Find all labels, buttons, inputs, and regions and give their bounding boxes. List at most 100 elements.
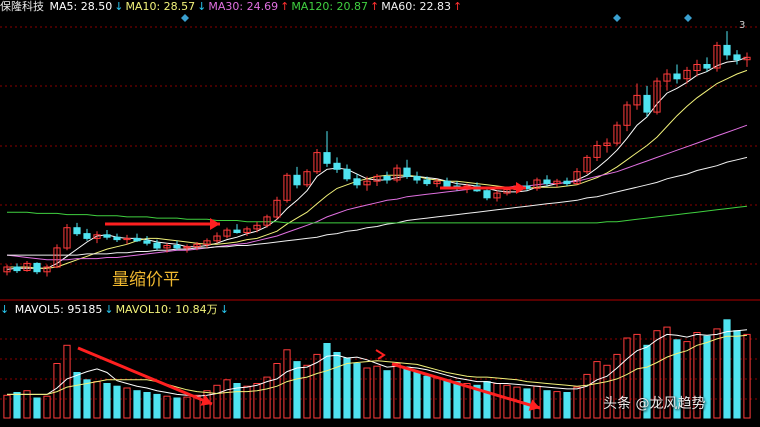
ma-legend-arrow: ↑	[280, 0, 290, 13]
candle-down	[403, 167, 411, 177]
high-price-label: 3	[739, 20, 746, 31]
volume-legend: ↓ MAVOL5: 95185 ↓ MAVOL10: 10.84万 ↓	[0, 303, 233, 317]
volume-bar-up	[583, 373, 591, 419]
ma-legend-item: MA60: 22.83	[381, 0, 451, 13]
candle-down	[443, 180, 451, 187]
volume-bar-down	[153, 393, 161, 419]
candle-down	[133, 237, 141, 242]
volume-bar-up	[183, 396, 191, 419]
volume-bar-down	[133, 390, 141, 419]
volume-bar-down	[333, 352, 341, 419]
vol-legend-item: MAVOL5: 95185	[14, 303, 103, 316]
volume-bar-up	[263, 376, 271, 419]
candle-down	[383, 175, 391, 181]
ma-legend-arrow: ↓	[197, 0, 207, 13]
volume-bar-up	[743, 333, 751, 419]
candle-down	[103, 234, 111, 238]
candle-down	[143, 240, 151, 244]
volume-bar-down	[323, 343, 331, 419]
volume-bar-down	[343, 357, 351, 419]
candle-down	[153, 242, 161, 249]
candle-down	[73, 227, 81, 235]
volume-bar-up	[533, 385, 541, 419]
ma-legend-item: MA30: 24.69	[208, 0, 279, 13]
volume-bar-down	[113, 385, 121, 419]
red-arrow-price-2-head	[516, 182, 526, 194]
volume-bar-up	[463, 383, 471, 419]
volume-bar-down	[443, 379, 451, 419]
volume-bar-down	[13, 392, 21, 419]
price-legend: 保隆科技 MA5: 28.50 ↓ MA10: 28.57 ↓ MA30: 24.69 ↑…	[0, 0, 466, 14]
volume-bar-up	[593, 361, 601, 419]
event-marker	[684, 14, 692, 22]
vol-legend-arrow: ↓	[104, 303, 114, 316]
annotation-label: 量缩价平	[112, 270, 180, 290]
volume-bar-up	[213, 384, 221, 419]
volume-bar-up	[373, 365, 381, 419]
candle-down	[423, 179, 431, 185]
volume-bar-down	[83, 379, 91, 419]
event-marker	[613, 14, 621, 22]
ma-legend-item: MA5: 28.50	[49, 0, 113, 13]
candle-down	[723, 44, 731, 56]
ma-legend-item: MA10: 28.57	[125, 0, 196, 13]
ma-legend-item: MA120: 20.87	[291, 0, 369, 13]
volume-bar-down	[733, 330, 741, 419]
volume-bar-up	[93, 381, 101, 419]
candle-down	[353, 178, 361, 186]
red-tick-mark	[375, 349, 386, 360]
volume-bar-up	[253, 383, 261, 419]
volume-bar-down	[453, 381, 461, 419]
ma-legend-arrow: ↑	[370, 0, 380, 13]
vol-legend-arrow: ↓	[219, 303, 229, 316]
watermark: 头条 @龙风趋势	[603, 396, 706, 412]
candle-down	[113, 236, 121, 241]
ma-line-ma60	[7, 156, 748, 256]
volume-bar-up	[273, 363, 281, 419]
candle-down	[33, 262, 41, 273]
candle-down	[233, 229, 241, 234]
volume-bar-up	[283, 349, 291, 419]
candle-down	[343, 168, 351, 180]
volume-bar-up	[713, 328, 721, 419]
stock-name: 保隆科技	[0, 0, 44, 13]
candle-down	[673, 73, 681, 80]
candle-down	[333, 162, 341, 170]
volume-bar-down	[73, 372, 81, 419]
volume-bar-down	[293, 361, 301, 419]
candle-down	[483, 190, 491, 199]
volume-bar-up	[123, 387, 131, 419]
volume-bar-down	[103, 383, 111, 419]
ma-legend-arrow: ↑	[452, 0, 463, 13]
volume-bar-down	[403, 366, 411, 419]
volume-bar-up	[433, 377, 441, 419]
volume-bar-up	[503, 384, 511, 419]
volume-bar-up	[493, 383, 501, 419]
volume-bar-down	[383, 370, 391, 419]
volume-bar-up	[303, 364, 311, 419]
stock-chart[interactable]	[0, 0, 760, 427]
volume-bar-up	[63, 344, 71, 419]
event-marker	[181, 14, 189, 22]
volume-bar-down	[723, 319, 731, 419]
volume-bar-down	[423, 375, 431, 419]
vol-legend-item: MAVOL10: 10.84万	[115, 303, 218, 316]
candle-down	[83, 233, 91, 239]
candle-down	[173, 245, 181, 249]
candle-down	[543, 179, 551, 185]
candle-down	[13, 266, 21, 272]
volume-bar-up	[363, 367, 371, 419]
volume-bar-up	[393, 363, 401, 419]
candle-down	[413, 175, 421, 181]
volume-bar-down	[563, 392, 571, 419]
candle-down	[323, 152, 331, 164]
candle-down	[293, 174, 301, 186]
candle-down	[733, 54, 741, 61]
candle-down	[703, 64, 711, 69]
volume-bar-up	[573, 386, 581, 419]
volume-bar-down	[543, 390, 551, 419]
volume-bar-up	[553, 391, 561, 419]
ma-legend-arrow: ↓	[114, 0, 124, 13]
volume-bar-down	[353, 363, 361, 419]
volume-bar-down	[483, 381, 491, 419]
